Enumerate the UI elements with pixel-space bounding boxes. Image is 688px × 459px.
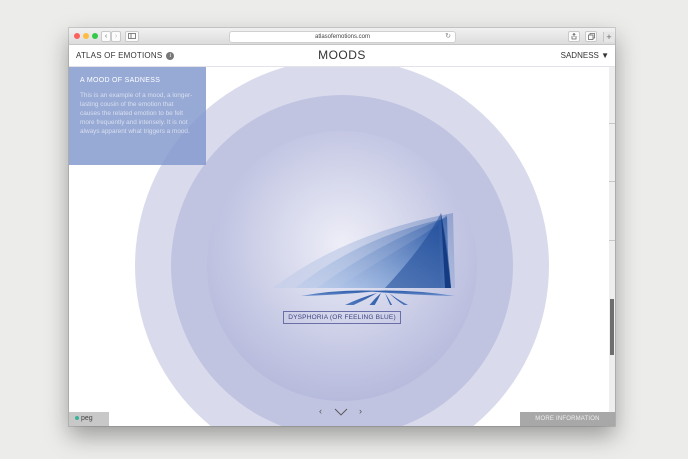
scroll-down-button[interactable] (334, 403, 348, 421)
mood-heading: A MOOD OF SADNESS (80, 77, 161, 84)
url-text: atlasofemotions.com (314, 34, 371, 40)
sidebar-toggle-button[interactable] (125, 31, 139, 42)
chevron-down-icon (334, 408, 348, 416)
app-header: ATLAS OF EMOTIONS i MOODS SADNESS ▼ (69, 45, 615, 67)
scroll-tick (609, 240, 615, 241)
mood-visualization: DYSPHORIA (OR FEELING BLUE) A MOOD OF SA… (69, 67, 615, 426)
browser-window: ‹ › atlasofemotions.com ↻ + ATLAS OF EMO… (69, 28, 615, 426)
scroll-tick (609, 123, 615, 124)
logo-dot-icon (75, 416, 79, 421)
mood-label-button[interactable]: DYSPHORIA (OR FEELING BLUE) (283, 311, 401, 324)
peg-logo[interactable]: peg (69, 412, 109, 426)
chevron-left-icon: ‹ (104, 33, 108, 40)
logo-text: peg (81, 415, 93, 422)
scrollbar-thumb[interactable] (610, 299, 614, 355)
next-button[interactable]: › (359, 406, 362, 416)
mood-description-panel: A MOOD OF SADNESS This is an example of … (69, 67, 206, 165)
tabs-icon (587, 33, 595, 40)
new-tab-button[interactable]: + (603, 32, 614, 42)
more-information-button[interactable]: MORE INFORMATION (520, 412, 615, 426)
zoom-window-button[interactable] (92, 33, 98, 39)
brand-title: ATLAS OF EMOTIONS (76, 51, 163, 60)
brand[interactable]: ATLAS OF EMOTIONS i (76, 51, 175, 60)
mood-description: This is an example of a mood, a longer-l… (80, 92, 193, 135)
chevron-right-icon: › (114, 33, 118, 40)
close-window-button[interactable] (74, 33, 80, 39)
info-icon[interactable]: i (166, 51, 175, 60)
minimize-window-button[interactable] (83, 33, 89, 39)
scroll-tick (609, 181, 615, 182)
reload-icon[interactable]: ↻ (445, 32, 451, 42)
emotion-select[interactable]: SADNESS ▼ (561, 51, 609, 60)
browser-toolbar: ‹ › atlasofemotions.com ↻ + (69, 28, 615, 45)
scrollbar[interactable] (609, 67, 615, 412)
address-bar[interactable]: atlasofemotions.com ↻ (229, 31, 456, 43)
forward-button[interactable]: › (111, 31, 121, 42)
back-button[interactable]: ‹ (101, 31, 111, 42)
sadness-mood-glyph[interactable] (229, 185, 455, 305)
previous-button[interactable]: ‹ (319, 406, 322, 416)
sidebar-icon (128, 33, 136, 39)
share-button[interactable] (568, 31, 580, 42)
tabs-button[interactable] (585, 31, 597, 42)
share-icon (571, 32, 577, 40)
